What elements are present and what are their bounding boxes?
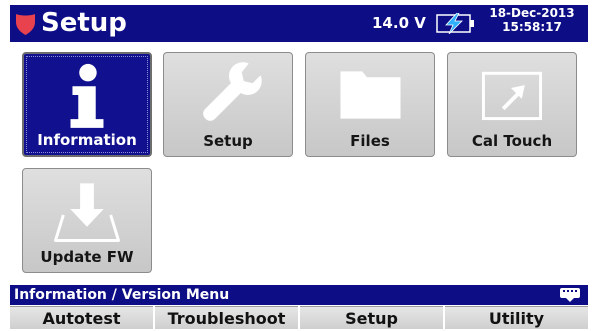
softkey-bar: Autotest Troubleshoot Setup Utility <box>10 306 588 329</box>
softkey-autotest[interactable]: Autotest <box>10 306 153 329</box>
info-icon <box>70 63 104 128</box>
setup-tile[interactable]: Setup <box>163 52 293 157</box>
title-bar: Setup 14.0 V 18-Dec-2013 15:58:17 <box>10 5 588 42</box>
wrench-icon <box>203 62 262 121</box>
status-text: Information / Version Menu <box>14 287 230 303</box>
files-tile[interactable]: Files <box>305 52 435 157</box>
datetime-readout: 18-Dec-2013 15:58:17 <box>480 6 584 34</box>
date-text: 18-Dec-2013 <box>489 6 575 20</box>
page-title: Setup <box>41 8 127 38</box>
softkey-troubleshoot[interactable]: Troubleshoot <box>155 306 298 329</box>
tile-label: Update FW <box>40 248 134 266</box>
softkey-utility[interactable]: Utility <box>445 306 588 329</box>
update-fw-tile[interactable]: Update FW <box>22 168 152 273</box>
shield-icon <box>16 14 35 35</box>
keyboard-icon[interactable] <box>559 287 581 303</box>
information-tile[interactable]: Information <box>22 52 152 157</box>
cal-touch-icon <box>481 71 543 121</box>
tile-label: Cal Touch <box>471 132 553 150</box>
folder-icon <box>340 71 401 119</box>
time-text: 15:58:17 <box>502 20 562 34</box>
battery-charging-icon <box>436 13 474 34</box>
voltage-readout: 14.0 V <box>372 14 426 32</box>
tile-label: Information <box>37 131 137 149</box>
download-tray-icon <box>54 183 120 242</box>
tile-label: Setup <box>203 132 253 150</box>
softkey-setup[interactable]: Setup <box>300 306 443 329</box>
status-bar: Information / Version Menu <box>10 285 588 305</box>
cal-touch-tile[interactable]: Cal Touch <box>447 52 577 157</box>
tile-label: Files <box>350 132 390 150</box>
